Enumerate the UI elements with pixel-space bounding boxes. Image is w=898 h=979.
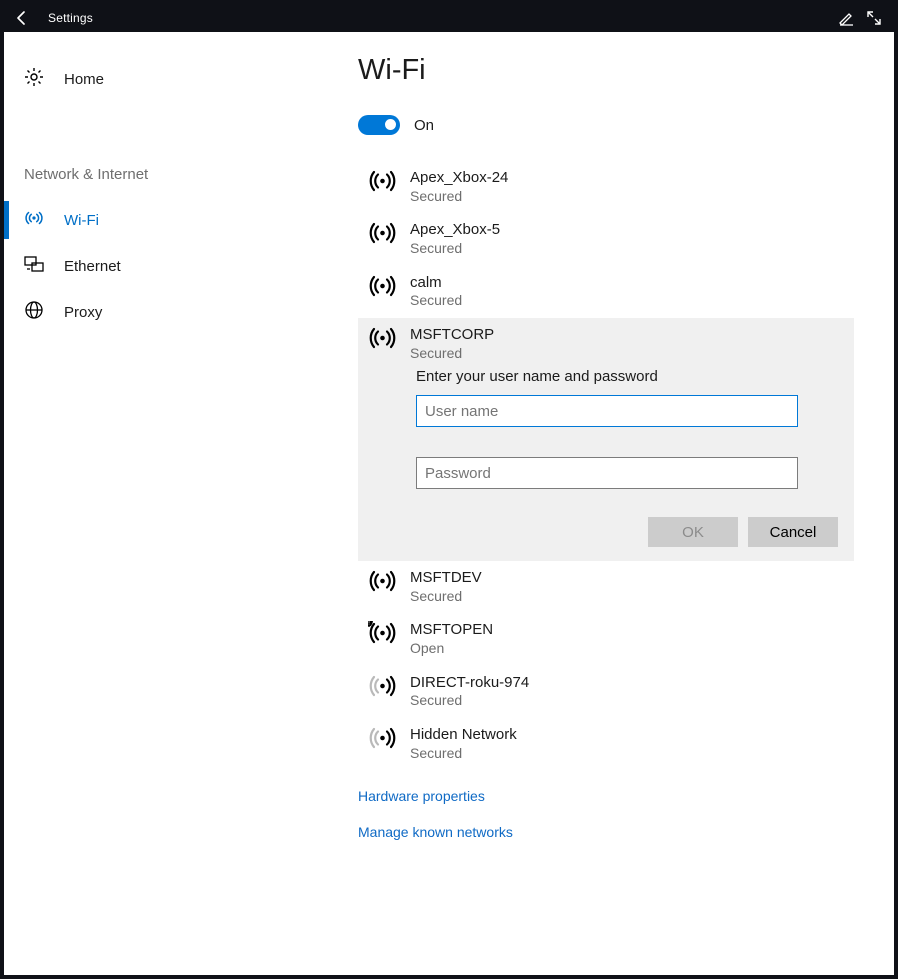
network-status: Secured (410, 240, 500, 258)
home-link[interactable]: Home (4, 56, 324, 102)
password-input[interactable] (416, 457, 798, 489)
wifi-signal-icon: ! (368, 621, 398, 649)
globe-icon (24, 300, 44, 324)
hardware-properties-link[interactable]: Hardware properties (358, 788, 854, 804)
window-title: Settings (48, 11, 93, 25)
network-row[interactable]: Apex_Xbox-5 Secured (358, 213, 854, 265)
wifi-icon (24, 209, 44, 231)
wifi-signal-icon (368, 169, 398, 197)
network-ssid: Apex_Xbox-24 (410, 169, 508, 188)
edit-button[interactable] (832, 6, 860, 30)
network-status: Secured (410, 345, 494, 363)
network-list: Apex_Xbox-24 Secured Apex_Xbox-5 Secured (358, 161, 854, 770)
sidebar-item-label: Ethernet (64, 258, 121, 275)
network-row[interactable]: ! MSFTOPEN Open (358, 613, 854, 665)
fullscreen-button[interactable] (860, 6, 888, 30)
network-status: Secured (410, 745, 517, 763)
sidebar-item-label: Wi-Fi (64, 212, 99, 229)
network-status: Secured (410, 588, 482, 606)
wifi-signal-icon (368, 726, 398, 754)
wifi-signal-icon (368, 569, 398, 597)
wifi-signal-icon (368, 326, 398, 354)
wifi-signal-icon (368, 221, 398, 249)
sidebar-item-wifi[interactable]: Wi-Fi (4, 197, 324, 243)
home-label: Home (64, 71, 104, 88)
wifi-signal-icon (368, 674, 398, 702)
network-status: Open (410, 640, 493, 658)
sidebar-section-heading: Network & Internet (4, 166, 324, 183)
sidebar-item-label: Proxy (64, 304, 102, 321)
sidebar: Home Network & Internet Wi-Fi Ethernet (4, 32, 324, 975)
network-row[interactable]: MSFTDEV Secured (358, 561, 854, 613)
network-status: Secured (410, 188, 508, 206)
cancel-button[interactable]: Cancel (748, 517, 838, 547)
network-ssid: calm (410, 274, 462, 293)
ok-button[interactable]: OK (648, 517, 738, 547)
sidebar-item-ethernet[interactable]: Ethernet (4, 243, 324, 289)
gear-icon (24, 67, 44, 91)
network-row[interactable]: DIRECT-roku-974 Secured (358, 666, 854, 718)
svg-text:!: ! (368, 621, 370, 627)
manage-known-networks-link[interactable]: Manage known networks (358, 824, 854, 840)
network-row[interactable]: calm Secured (358, 266, 854, 318)
wifi-toggle[interactable] (358, 115, 400, 135)
network-ssid: Hidden Network (410, 726, 517, 745)
page-title: Wi-Fi (358, 54, 854, 87)
back-button[interactable] (10, 6, 34, 30)
network-ssid: DIRECT-roku-974 (410, 674, 529, 693)
username-input[interactable] (416, 395, 798, 427)
network-ssid: MSFTDEV (410, 569, 482, 588)
credentials-prompt: Enter your user name and password (416, 368, 844, 385)
network-row[interactable]: Apex_Xbox-24 Secured (358, 161, 854, 213)
network-ssid: Apex_Xbox-5 (410, 221, 500, 240)
network-row-selected[interactable]: MSFTCORP Secured Enter your user name an… (358, 318, 854, 561)
network-status: Secured (410, 292, 462, 310)
ethernet-icon (24, 255, 44, 277)
wifi-toggle-label: On (414, 117, 434, 134)
sidebar-item-proxy[interactable]: Proxy (4, 289, 324, 335)
network-ssid: MSFTOPEN (410, 621, 493, 640)
network-ssid: MSFTCORP (410, 326, 494, 345)
titlebar: Settings (4, 4, 894, 32)
network-row[interactable]: Hidden Network Secured (358, 718, 854, 770)
main-panel: Wi-Fi On Apex_Xbox-24 Secured (324, 32, 894, 975)
network-status: Secured (410, 692, 529, 710)
wifi-signal-icon (368, 274, 398, 302)
